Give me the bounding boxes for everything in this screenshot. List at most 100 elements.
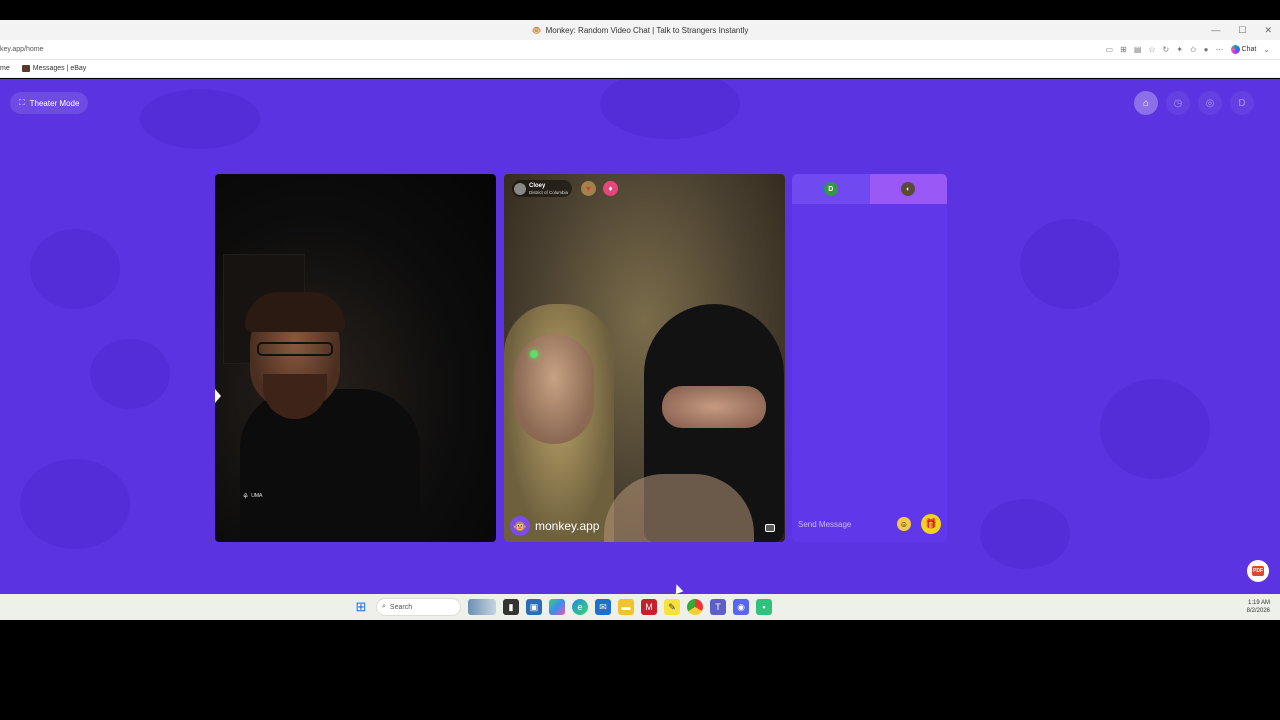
url-field[interactable]: key.app/home [0, 46, 43, 53]
bookmark-home[interactable]: me [0, 65, 10, 72]
chevron-right-icon[interactable] [215, 389, 221, 403]
remote-user-chip[interactable]: Cloey District of Columbia [512, 180, 573, 197]
monkey-favicon-icon: 🐵 [531, 25, 542, 35]
windows-taskbar: ⊞ ⌕ Search ▮ ▣ e ✉ ▬ M ✎ T ◉ ▪ 1:19 AM 8… [0, 594, 1280, 620]
task-view-icon[interactable]: ▮ [503, 599, 519, 615]
chat-bubble-icon[interactable]: ◎ [1198, 91, 1222, 115]
person-right-face-opening [662, 386, 766, 428]
screen: 🐵 Monkey: Random Video Chat | Talk to St… [0, 0, 1280, 720]
background-blob [140, 89, 260, 149]
close-icon[interactable]: ✕ [1264, 25, 1272, 36]
profile-avatar[interactable]: D [1230, 91, 1254, 115]
mcafee-icon[interactable]: M [641, 599, 657, 615]
store-icon[interactable]: ▣ [526, 599, 542, 615]
background-blob [600, 79, 740, 139]
local-user-avatar: D [823, 182, 838, 196]
monkey-watermark: 🐵 monkey.app [510, 516, 599, 536]
background-blob [30, 229, 120, 309]
minimize-icon[interactable]: — [1211, 25, 1220, 35]
favorites-icon[interactable]: ✩ [1190, 45, 1197, 54]
remote-video: Cloey District of Columbia ♥ ♦ 🐵 monkey.… [504, 174, 785, 542]
favorite-star-icon[interactable]: ☆ [1148, 45, 1155, 54]
chat-button-label: Chat [1241, 46, 1257, 53]
chevron-down-icon[interactable]: ⌄ [1263, 45, 1270, 54]
remote-user-avatar: ◐ [901, 182, 916, 196]
background-blob [90, 339, 170, 409]
pdf-icon: PDF [1252, 566, 1264, 576]
copilot-chat-button[interactable]: Chat [1230, 45, 1257, 54]
clock-date: 8/2/2026 [1246, 608, 1270, 614]
search-placeholder: Search [389, 603, 413, 611]
app-icon[interactable]: ▪ [756, 599, 772, 615]
top-right-nav: ⌂ ◷ ◎ D [1134, 91, 1254, 115]
theater-mode-label: Theater Mode [29, 98, 80, 108]
browser-toolbar: ▭ ⊞ ▤ ☆ ↻ ✦ ✩ ● ⋯ Chat ⌄ [1106, 45, 1270, 54]
monkey-page: ⛶ Theater Mode ⌂ ◷ ◎ D ⚘ ᵁᴹᴬ Cloey Distr… [0, 79, 1280, 594]
background-blob [20, 459, 130, 549]
reader-icon[interactable]: ▤ [1134, 45, 1142, 54]
bookmark-label: me [0, 65, 10, 72]
heart-icon[interactable]: ♥ [581, 181, 596, 196]
window-title: Monkey: Random Video Chat | Talk to Stra… [545, 25, 749, 35]
local-video: ⚘ ᵁᴹᴬ [215, 174, 496, 542]
profile-initial: D [1238, 97, 1246, 109]
teams-icon[interactable]: T [710, 599, 726, 615]
copilot-app-icon[interactable] [549, 599, 565, 615]
theater-mode-button[interactable]: ⛶ Theater Mode [10, 92, 89, 114]
grid-icon[interactable]: ⊞ [1120, 45, 1127, 54]
window-controls: — ☐ ✕ [1211, 20, 1272, 40]
windows-start-icon[interactable]: ⊞ [353, 599, 369, 615]
monkey-logo-icon: 🐵 [510, 516, 530, 536]
notification-app-icon[interactable]: ✎ [664, 599, 680, 615]
remote-user-location: District of Columbia [529, 189, 569, 195]
history-icon[interactable]: ◷ [1166, 91, 1190, 115]
background-blob [1100, 379, 1210, 479]
copilot-icon [1230, 45, 1240, 54]
camera-icon[interactable]: ▭ [1106, 45, 1114, 54]
clock-time: 1:19 AM [1247, 600, 1270, 606]
maximize-icon[interactable]: ☐ [1238, 25, 1246, 36]
tab-local-user[interactable]: D [792, 174, 870, 204]
emoji-icon[interactable]: ☺ [897, 517, 911, 531]
remote-user-avatar [514, 182, 526, 195]
bookmark-ebay-messages[interactable]: Messages | eBay [21, 65, 87, 72]
watermark-text: monkey.app [535, 519, 600, 533]
send-message-input[interactable] [798, 519, 888, 529]
edge-icon[interactable]: e [572, 599, 588, 615]
profile-icon[interactable]: ● [1204, 45, 1209, 54]
refresh-icon[interactable]: ↻ [1163, 45, 1170, 54]
system-clock[interactable]: 1:19 AM 8/2/2026 [1247, 599, 1270, 615]
pdf-extension-button[interactable]: PDF [1247, 560, 1269, 582]
more-icon[interactable]: ⋯ [1216, 45, 1224, 54]
address-bar: key.app/home ▭ ⊞ ▤ ☆ ↻ ✦ ✩ ● ⋯ Chat ⌄ [0, 40, 1280, 60]
gift-icon[interactable]: 🎁 [921, 514, 941, 534]
remote-user-name: Cloey [529, 182, 546, 189]
chat-panel: D ◐ ☺ 🎁 [792, 174, 947, 542]
person-hair [245, 292, 345, 332]
gift-badge-icon[interactable]: ♦ [603, 181, 618, 196]
chat-tabs: D ◐ [792, 174, 947, 204]
tab-remote-user[interactable]: ◐ [869, 174, 947, 204]
taskbar-search[interactable]: ⌕ Search [376, 598, 461, 616]
person-body [240, 389, 420, 542]
chat-input-bar: ☺ 🎁 [792, 506, 947, 542]
discord-icon[interactable]: ◉ [733, 599, 749, 615]
background-blob [1020, 219, 1120, 309]
taskbar-apps: ⊞ ⌕ Search ▮ ▣ e ✉ ▬ M ✎ T ◉ ▪ [353, 598, 772, 616]
bookmark-label: Messages | eBay [32, 65, 87, 72]
widgets-icon[interactable] [468, 599, 496, 615]
background-blob [980, 499, 1070, 569]
extensions-icon[interactable]: ✦ [1176, 45, 1183, 54]
expand-icon: ⛶ [19, 98, 25, 107]
folder-icon [21, 65, 30, 72]
person-left-face [514, 334, 594, 444]
glasses [257, 342, 333, 356]
shirt-logo: ⚘ ᵁᴹᴬ [242, 492, 263, 501]
window-title-group: 🐵 Monkey: Random Video Chat | Talk to St… [532, 26, 749, 35]
fullscreen-icon[interactable] [765, 524, 775, 532]
chrome-icon[interactable] [687, 599, 703, 615]
home-icon[interactable]: ⌂ [1134, 91, 1158, 115]
outlook-icon[interactable]: ✉ [595, 599, 611, 615]
browser-title-bar: 🐵 Monkey: Random Video Chat | Talk to St… [0, 20, 1280, 40]
file-explorer-icon[interactable]: ▬ [618, 599, 634, 615]
